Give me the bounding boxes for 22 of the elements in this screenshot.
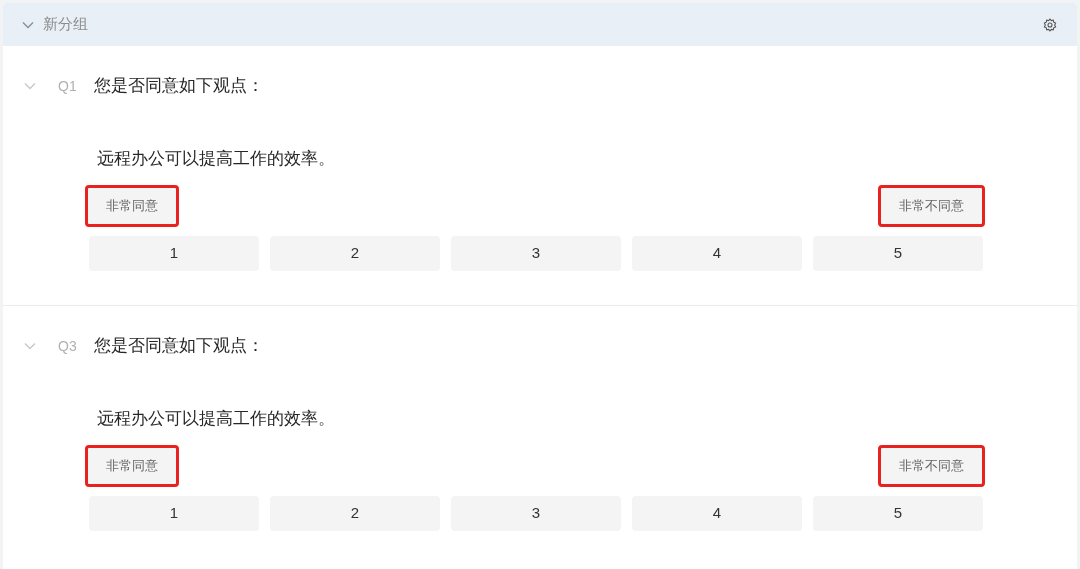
scale-option[interactable]: 3 (451, 496, 621, 531)
settings-icon[interactable] (1043, 17, 1057, 32)
scale-option[interactable]: 4 (632, 496, 802, 531)
scale-label: 非常同意 (85, 185, 179, 227)
statement-text: 远程办公可以提高工作的效率。 (96, 148, 336, 170)
scale-option[interactable]: 1 (89, 236, 259, 271)
question-number: Q3 (58, 336, 78, 356)
scale-option[interactable]: 3 (451, 236, 621, 271)
scale-label: 非常同意 (85, 445, 179, 487)
scale-option[interactable]: 5 (813, 496, 983, 531)
scale-option[interactable]: 5 (813, 236, 983, 271)
statement-text: 远程办公可以提高工作的效率。 (96, 408, 336, 430)
group-title: 新分组 (43, 14, 88, 35)
scale-option[interactable]: 2 (270, 236, 440, 271)
scale-label: 非常不同意 (878, 445, 985, 487)
question-title: 您是否同意如下观点： (94, 335, 264, 358)
scale-label: 非常不同意 (878, 185, 985, 227)
question-title: 您是否同意如下观点： (94, 75, 264, 98)
scale-option[interactable]: 1 (89, 496, 259, 531)
scale-option[interactable]: 4 (632, 236, 802, 271)
scale-option[interactable]: 2 (270, 496, 440, 531)
question-number: Q1 (58, 76, 78, 96)
